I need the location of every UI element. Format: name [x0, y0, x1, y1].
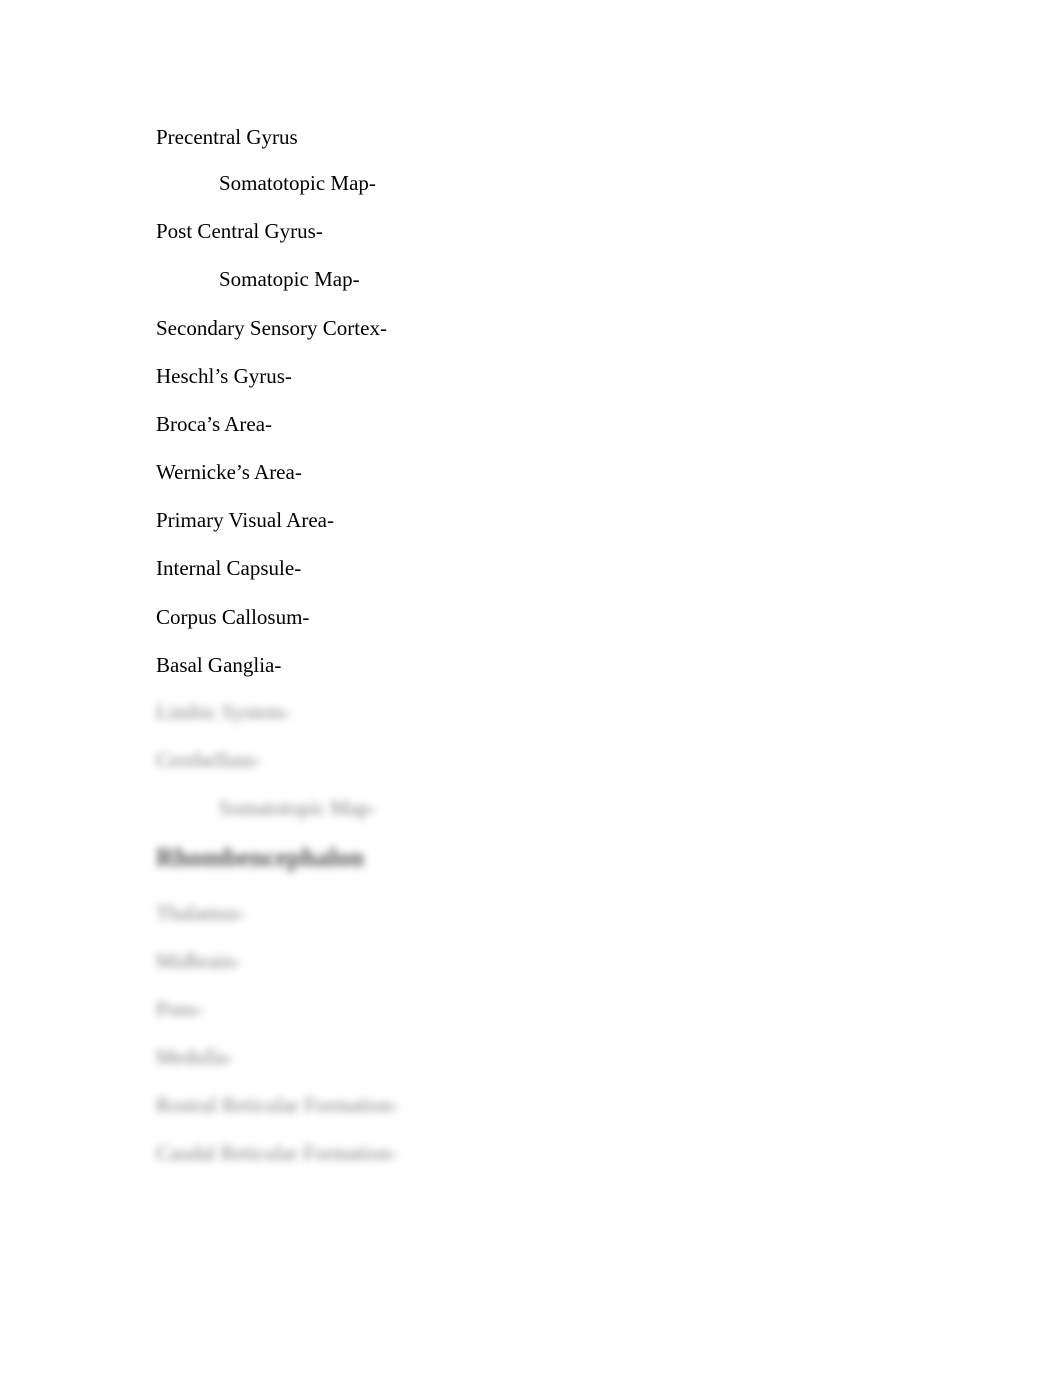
blurred-line: Medulla-	[156, 1045, 233, 1069]
line-brocas-area: Broca’s Area-	[156, 412, 273, 436]
line-somatotopic-map: Somatotopic Map-	[219, 171, 376, 195]
blurred-line: Midbrain-	[156, 949, 242, 973]
line-heschls-gyrus: Heschl’s Gyrus-	[156, 364, 292, 388]
line-basal-ganglia: Basal Ganglia-	[156, 653, 282, 677]
line-wernickes-area: Wernicke’s Area-	[156, 460, 302, 484]
line-post-central-gyrus: Post Central Gyrus-	[156, 219, 323, 243]
line-somatopic-map: Somatopic Map-	[219, 267, 360, 291]
document-page: Precentral Gyrus Somatotopic Map- Post C…	[0, 0, 1062, 1377]
blurred-line: Cerebellum-	[156, 748, 261, 772]
blurred-line: Caudal Reticular Formation-	[156, 1141, 398, 1165]
blurred-line: Thalamus-	[156, 901, 246, 925]
line-precentral-gyrus: Precentral Gyrus	[156, 125, 298, 149]
blurred-heading: Rhombencephalon	[156, 843, 365, 872]
line-corpus-callosum: Corpus Callosum-	[156, 605, 310, 629]
blurred-line: Rostral Reticular Formation-	[156, 1093, 399, 1117]
line-secondary-sensory-cortex: Secondary Sensory Cortex-	[156, 316, 387, 340]
blurred-line: Limbic System-	[156, 700, 291, 724]
line-internal-capsule: Internal Capsule-	[156, 556, 302, 580]
line-primary-visual-area: Primary Visual Area-	[156, 508, 334, 532]
blurred-line: Somatotopic Map-	[219, 796, 376, 820]
blurred-line: Pons-	[156, 997, 204, 1021]
